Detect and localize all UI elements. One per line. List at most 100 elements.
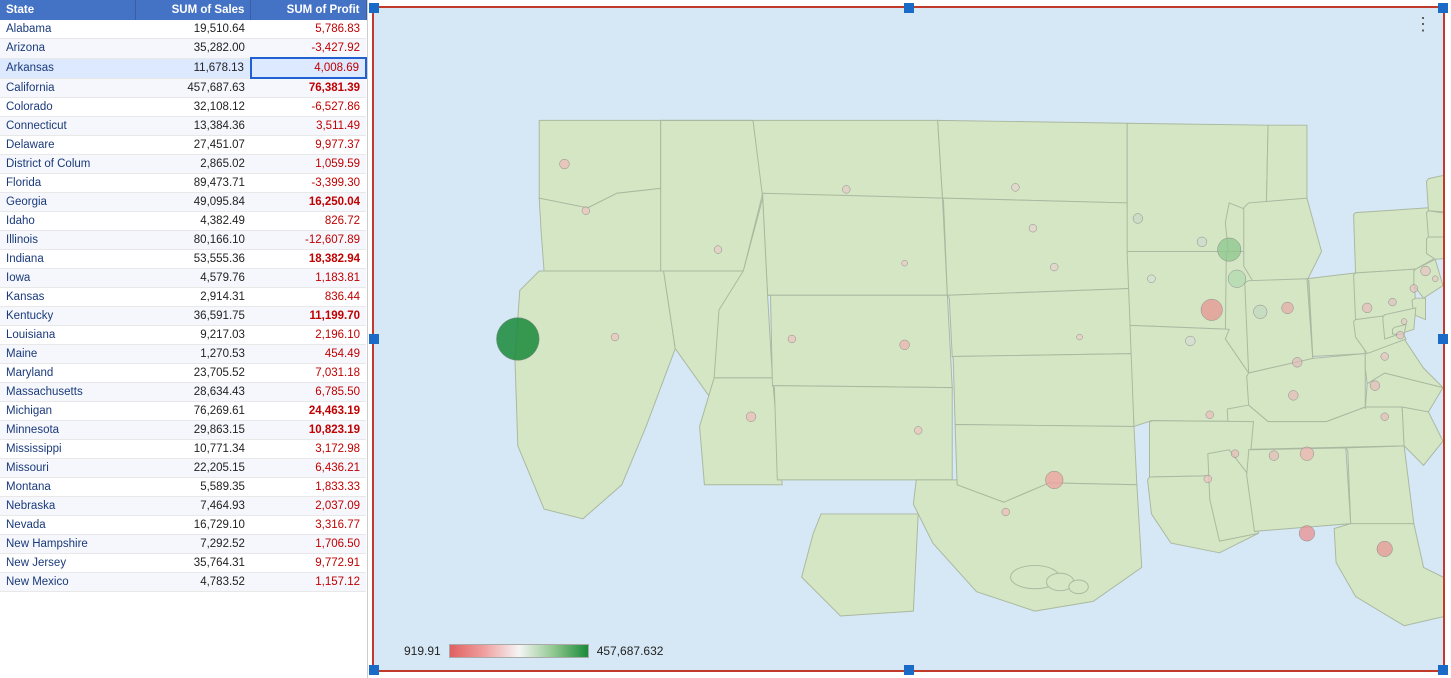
bubble-wisconsin[interactable] xyxy=(1197,237,1207,247)
table-row[interactable]: Maryland23,705.527,031.18 xyxy=(0,364,366,383)
table-row[interactable]: Indiana53,555.3618,382.94 xyxy=(0,250,366,269)
resize-handle-topcenter[interactable] xyxy=(904,3,914,13)
bubble-illinois[interactable] xyxy=(1201,299,1222,320)
table-row[interactable]: Illinois80,166.10-12,607.89 xyxy=(0,231,366,250)
bubble-nd[interactable] xyxy=(1012,184,1020,192)
table-row[interactable]: Minnesota29,863.1510,823.19 xyxy=(0,421,366,440)
bubble-florida[interactable] xyxy=(1299,526,1315,542)
table-row[interactable]: Mississippi10,771.343,172.98 xyxy=(0,440,366,459)
bubble-washington[interactable] xyxy=(560,159,570,169)
table-row[interactable]: Maine1,270.53454.49 xyxy=(0,345,366,364)
resize-handle-middleright[interactable] xyxy=(1438,334,1448,344)
col-header-profit[interactable]: SUM of Profit xyxy=(251,0,366,20)
table-row[interactable]: Connecticut13,384.363,511.49 xyxy=(0,117,366,136)
bubble-md[interactable] xyxy=(1396,331,1404,339)
bubble-oregon[interactable] xyxy=(582,207,590,215)
bubble-pa[interactable] xyxy=(1362,303,1372,313)
bubble-arkansas[interactable] xyxy=(1206,411,1214,419)
bubble-sd[interactable] xyxy=(1029,224,1037,232)
table-row[interactable]: Colorado32,108.12-6,527.86 xyxy=(0,98,366,117)
table-row[interactable]: Alabama19,510.645,786.83 xyxy=(0,20,366,39)
cell-sales: 16,729.10 xyxy=(136,516,251,535)
cell-state: Colorado xyxy=(0,98,136,117)
table-row[interactable]: Kansas2,914.31836.44 xyxy=(0,288,366,307)
bubble-tennessee[interactable] xyxy=(1288,391,1298,401)
bubble-georgia[interactable] xyxy=(1300,447,1314,461)
resize-handle-topleft[interactable] xyxy=(369,3,379,13)
bubble-colorado[interactable] xyxy=(900,340,910,350)
bubble-nc[interactable] xyxy=(1370,381,1380,391)
table-row[interactable]: Arizona35,282.00-3,427.92 xyxy=(0,39,366,59)
table-row[interactable]: Georgia49,095.8416,250.04 xyxy=(0,193,366,212)
resize-handle-bottomright[interactable] xyxy=(1438,665,1448,675)
cell-sales: 35,282.00 xyxy=(136,39,251,59)
bubble-nebraska[interactable] xyxy=(1050,263,1058,271)
resize-handle-middleleft[interactable] xyxy=(369,334,379,344)
bubble-ma[interactable] xyxy=(1421,266,1431,276)
table-row[interactable]: District of Colum2,865.021,059.59 xyxy=(0,155,366,174)
table-row[interactable]: Arkansas11,678.134,008.69 xyxy=(0,58,366,78)
col-header-sales[interactable]: SUM of Sales xyxy=(136,0,251,20)
bubble-california[interactable] xyxy=(496,318,539,361)
bubble-louisiana[interactable] xyxy=(1204,475,1212,483)
bubble-wy[interactable] xyxy=(902,260,908,266)
bubble-indiana[interactable] xyxy=(1253,305,1267,319)
table-row[interactable]: California457,687.6376,381.39 xyxy=(0,78,366,98)
bubble-florida2[interactable] xyxy=(1377,541,1393,557)
bubble-idaho[interactable] xyxy=(714,246,722,254)
resize-handle-bottomleft[interactable] xyxy=(369,665,379,675)
bubble-ohio[interactable] xyxy=(1282,302,1294,314)
cell-sales: 29,863.15 xyxy=(136,421,251,440)
bubble-montana[interactable] xyxy=(842,185,850,193)
bubble-kentucky[interactable] xyxy=(1292,357,1302,367)
cell-profit: 6,436.21 xyxy=(251,459,366,478)
resize-handle-bottomcenter[interactable] xyxy=(904,665,914,675)
col-header-state[interactable]: State xyxy=(0,0,136,20)
table-row[interactable]: Montana5,589.351,833.33 xyxy=(0,478,366,497)
bubble-tx2[interactable] xyxy=(1002,508,1010,516)
bubble-utah[interactable] xyxy=(788,335,796,343)
bubble-de[interactable] xyxy=(1401,319,1407,325)
bubble-ri[interactable] xyxy=(1432,276,1438,282)
table-row[interactable]: New Mexico4,783.521,157.12 xyxy=(0,573,366,592)
bubble-minnesota[interactable] xyxy=(1133,214,1143,224)
table-row[interactable]: Delaware27,451.079,977.37 xyxy=(0,136,366,155)
table-row[interactable]: Michigan76,269.6124,463.19 xyxy=(0,402,366,421)
table-row[interactable]: Florida89,473.71-3,399.30 xyxy=(0,174,366,193)
table-row[interactable]: Kentucky36,591.7511,199.70 xyxy=(0,307,366,326)
table-row[interactable]: Idaho4,382.49826.72 xyxy=(0,212,366,231)
map-menu-button[interactable]: ⋮ xyxy=(1414,14,1433,35)
table-row[interactable]: Iowa4,579.761,183.81 xyxy=(0,269,366,288)
bubble-nj[interactable] xyxy=(1389,298,1397,306)
table-row[interactable]: New Hampshire7,292.521,706.50 xyxy=(0,535,366,554)
cell-sales: 5,589.35 xyxy=(136,478,251,497)
resize-handle-topright[interactable] xyxy=(1438,3,1448,13)
bubble-nm[interactable] xyxy=(914,426,922,434)
table-row[interactable]: Nevada16,729.103,316.77 xyxy=(0,516,366,535)
table-row[interactable]: New Jersey35,764.319,772.91 xyxy=(0,554,366,573)
cell-profit: 1,183.81 xyxy=(251,269,366,288)
bubble-iowa[interactable] xyxy=(1148,275,1156,283)
cell-profit: 454.49 xyxy=(251,345,366,364)
table-row[interactable]: Massachusetts28,634.436,785.50 xyxy=(0,383,366,402)
bubble-ct[interactable] xyxy=(1410,285,1418,293)
bubble-al[interactable] xyxy=(1269,451,1279,461)
cell-profit: 3,172.98 xyxy=(251,440,366,459)
cell-profit: 1,059.59 xyxy=(251,155,366,174)
bubble-ms[interactable] xyxy=(1231,450,1239,458)
us-map-svg xyxy=(374,8,1443,670)
bubble-az[interactable] xyxy=(746,412,756,422)
bubble-missouri[interactable] xyxy=(1185,336,1195,346)
table-row[interactable]: Louisiana9,217.032,196.10 xyxy=(0,326,366,345)
cell-state: Maine xyxy=(0,345,136,364)
cell-sales: 35,764.31 xyxy=(136,554,251,573)
table-row[interactable]: Nebraska7,464.932,037.09 xyxy=(0,497,366,516)
bubble-kansas[interactable] xyxy=(1077,334,1083,340)
bubble-michigan[interactable] xyxy=(1228,270,1245,287)
bubble-new-york[interactable] xyxy=(1218,238,1241,261)
bubble-texas[interactable] xyxy=(1046,471,1063,488)
table-row[interactable]: Missouri22,205.156,436.21 xyxy=(0,459,366,478)
bubble-nevada[interactable] xyxy=(611,333,619,341)
bubble-sc[interactable] xyxy=(1381,413,1389,421)
bubble-virginia[interactable] xyxy=(1381,353,1389,361)
